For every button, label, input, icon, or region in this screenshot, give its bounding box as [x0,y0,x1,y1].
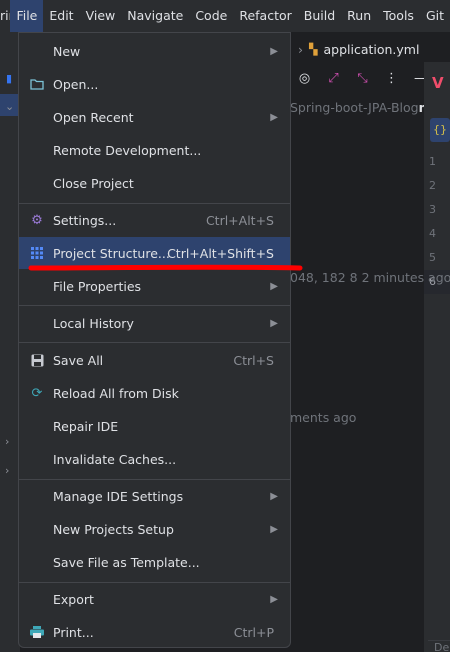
menu-item-shortcut: Ctrl+P [233,624,274,640]
project-path-label: Spring-boot-JPA-Blog [290,100,419,115]
menu-tools[interactable]: Tools [377,0,420,32]
chevron-down-icon[interactable]: ⌄ [5,100,14,113]
menu-separator [19,342,290,343]
menu-item-open-recent[interactable]: Open Recent ▶ [19,101,290,133]
menu-item-remote-development[interactable]: Remote Development... [19,134,290,166]
file-menu-dropdown: New ▶ Open... Open Recent ▶ Remote Devel… [18,32,291,648]
menu-item-label: Print... [53,624,94,640]
menu-navigate[interactable]: Navigate [121,0,189,32]
breadcrumb: › ▚ application.yml [290,38,419,60]
menu-item-label: Project Structure... [53,245,170,261]
menu-item-label: Settings... [53,212,117,228]
menu-item-export[interactable]: Export ▶ [19,583,290,615]
menu-item-label: Repair IDE [53,418,119,434]
target-icon[interactable]: ◎ [290,71,319,86]
expand-icon[interactable]: ⤢ [319,71,348,86]
menu-item-local-history[interactable]: Local History ▶ [19,307,290,339]
menu-item-label: Invalidate Caches... [53,451,177,467]
menu-item-reload-all[interactable]: ⟳ Reload All from Disk [19,377,290,409]
menu-item-label: Open Recent [53,109,134,125]
line-number: 3 [429,203,436,216]
menu-item-label: Manage IDE Settings [53,488,184,504]
breadcrumb-file[interactable]: application.yml [323,42,419,57]
menu-build[interactable]: Build [298,0,341,32]
menu-run[interactable]: Run [341,0,377,32]
menu-item-label: Reload All from Disk [53,385,179,401]
menu-item-shortcut: Ctrl+S [233,352,274,368]
yaml-file-icon: ▚ [309,42,318,56]
submenu-arrow-icon: ▶ [270,111,278,123]
menu-item-settings[interactable]: ⚙ Settings... Ctrl+Alt+S [19,204,290,236]
project-tool-strip: ▮ ⌄ › › [0,32,20,652]
grid-icon [29,245,45,261]
submenu-arrow-icon: ▶ [270,523,278,535]
submenu-arrow-icon: ▶ [270,317,278,329]
menu-item-new-projects-setup[interactable]: New Projects Setup ▶ [19,513,290,545]
menu-item-print[interactable]: Print... Ctrl+P [19,616,290,648]
submenu-arrow-icon: ▶ [270,593,278,605]
menu-view[interactable]: View [80,0,122,32]
menu-item-project-structure[interactable]: Project Structure... Ctrl+Alt+Shift+S [19,237,290,269]
editor-toolbar: ◎ ⤢ ⤡ ⋮ — [290,66,435,90]
floppy-icon [29,352,45,368]
line-number: 2 [429,179,436,192]
menu-item-label: Save File as Template... [53,554,200,570]
menu-item-save-all[interactable]: Save All Ctrl+S [19,344,290,376]
submenu-arrow-icon: ▶ [270,490,278,502]
menu-item-repair-ide[interactable]: Repair IDE [19,410,290,442]
project-name-fragment: rin [0,8,10,23]
menu-item-close-project[interactable]: Close Project [19,167,290,199]
menu-item-manage-ide-settings[interactable]: Manage IDE Settings ▶ [19,480,290,512]
menu-item-invalidate-caches[interactable]: Invalidate Caches... [19,443,290,475]
json-file-icon[interactable]: {} [430,118,450,142]
submenu-arrow-icon: ▶ [270,45,278,57]
menu-item-label: Remote Development... [53,142,202,158]
menu-item-new[interactable]: New ▶ [19,35,290,67]
more-options-icon[interactable]: ⋮ [377,71,406,86]
menu-code[interactable]: Code [189,0,233,32]
menu-item-label: File Properties [53,278,142,294]
printer-icon [29,624,45,640]
main-menubar: rin File Edit View Navigate Code Refacto… [0,0,450,32]
bottom-tab-fragment[interactable]: De [428,640,450,652]
chevron-right-icon: › [298,41,303,57]
menu-item-open[interactable]: Open... [19,68,290,100]
menu-item-label: Open... [53,76,99,92]
folder-icon [29,76,45,92]
menu-item-save-file-as-template[interactable]: Save File as Template... [19,546,290,578]
menu-git[interactable]: Git [420,0,450,32]
gear-icon: ⚙ [31,212,43,228]
menu-item-label: Close Project [53,175,134,191]
commit-info: 048, 182 8 2 minutes ago [290,270,450,285]
menu-item-shortcut: Ctrl+Alt+S [205,212,274,228]
menu-item-shortcut: Ctrl+Alt+Shift+S [167,245,274,261]
menu-item-label: Local History [53,315,134,331]
menu-item-label: New [53,43,81,59]
menu-edit[interactable]: Edit [43,0,79,32]
comments-info: ments ago [290,410,357,425]
line-number: 5 [429,251,436,264]
menu-separator [19,305,290,306]
line-number: 1 [429,155,436,168]
line-number: 4 [429,227,436,240]
chevron-right-icon[interactable]: › [5,464,9,477]
menu-item-label: Save All [53,352,104,368]
plugin-logo-icon[interactable]: V [432,74,444,92]
menu-refactor[interactable]: Refactor [233,0,297,32]
submenu-arrow-icon: ▶ [270,280,278,292]
collapse-icon[interactable]: ⤡ [348,71,377,86]
menu-item-label: Export [53,591,94,607]
vcs-path: Spring-boot-JPA-Blogma [290,100,440,115]
menu-item-label: New Projects Setup [53,521,174,537]
chevron-right-icon[interactable]: › [5,435,9,448]
refresh-icon: ⟳ [31,385,43,401]
project-view-icon[interactable]: ▮ [6,72,16,85]
menu-item-file-properties[interactable]: File Properties ▶ [19,270,290,302]
menu-file[interactable]: File [10,0,44,32]
